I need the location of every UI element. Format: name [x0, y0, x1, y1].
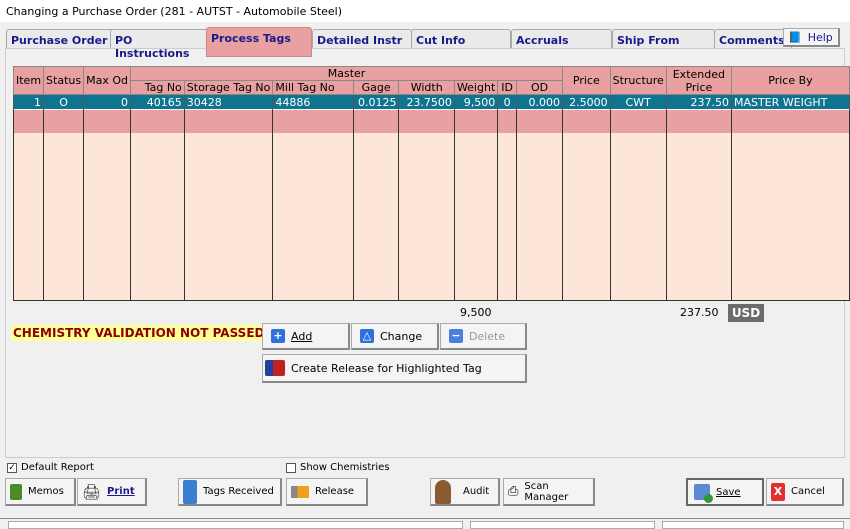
chemistry-warning: CHEMISTRY VALIDATION NOT PASSED — [11, 325, 267, 341]
minus-icon: − — [449, 329, 463, 343]
add-button[interactable]: + Add — [262, 323, 350, 350]
cell-weight: 9,500 — [453, 94, 499, 110]
cell-width: 23.7500 — [398, 94, 455, 110]
col-group-master: Master — [129, 66, 564, 81]
memos-button[interactable]: Memos — [5, 478, 76, 506]
tab-purchase-order[interactable]: Purchase Order — [6, 29, 121, 48]
truck-icon — [291, 485, 309, 498]
cell-extended-price: 237.50 — [665, 94, 732, 110]
close-icon: X — [771, 482, 785, 501]
cell-id: 0 — [497, 94, 518, 110]
tab-comments[interactable]: Comments — [714, 29, 792, 48]
book-icon — [10, 483, 22, 500]
change-button[interactable]: △ Change — [351, 323, 439, 350]
col-id[interactable]: ID — [497, 80, 518, 95]
tags-grid: Item Status Max Od Master Price Structur… — [12, 66, 850, 301]
col-tag-no[interactable]: Tag No — [130, 80, 185, 95]
cell-mill-tag-no: 44886 — [272, 94, 354, 110]
cancel-button[interactable]: X Cancel — [766, 478, 844, 506]
col-item[interactable]: Item — [12, 66, 45, 95]
cell-gage: 0.0125 — [352, 94, 400, 110]
release-button[interactable]: Release — [286, 478, 368, 506]
tab-po-instructions[interactable]: PO Instructions — [110, 29, 210, 60]
print-button[interactable]: 🖨 Print — [77, 478, 147, 506]
cell-max-od: 0 — [83, 94, 131, 110]
col-status[interactable]: Status — [43, 66, 85, 95]
cell-price: 2.5000 — [562, 94, 611, 110]
save-button[interactable]: Save — [686, 478, 764, 506]
checkbox-checked-icon: ✓ — [7, 462, 17, 473]
scanner-icon: ⎙ — [508, 484, 519, 499]
tab-process-tags[interactable]: Process Tags — [206, 27, 312, 57]
filing-cabinet-icon — [183, 479, 197, 504]
cell-price-by: MASTER WEIGHT — [730, 94, 850, 110]
plus-icon: + — [271, 329, 285, 343]
col-extended-price[interactable]: Extended Price — [665, 66, 732, 95]
col-structure[interactable]: Structure — [609, 66, 667, 95]
printer-icon: 🖨 — [82, 482, 102, 501]
audit-button[interactable]: Audit — [430, 478, 500, 506]
col-mill-tag-no[interactable]: Mill Tag No — [272, 80, 354, 95]
window-title: Changing a Purchase Order (281 - AUTST -… — [0, 0, 850, 22]
currency-badge: USD — [728, 304, 764, 322]
delete-button[interactable]: − Delete — [440, 323, 527, 350]
cell-tag-no: 40165 — [130, 94, 185, 110]
total-weight: 9,500 — [460, 306, 492, 319]
tab-cut-info[interactable]: Cut Info — [411, 29, 511, 48]
col-storage-tag-no[interactable]: Storage Tag No — [183, 80, 274, 95]
create-release-button[interactable]: Create Release for Highlighted Tag — [262, 354, 527, 383]
status-bar — [0, 518, 850, 529]
tab-detailed-instr[interactable]: Detailed Instr — [312, 29, 412, 48]
tab-accruals[interactable]: Accruals — [511, 29, 612, 48]
triangle-icon: △ — [360, 329, 374, 343]
col-od[interactable]: OD — [516, 80, 564, 95]
col-price[interactable]: Price — [562, 66, 611, 95]
col-width[interactable]: Width — [398, 80, 455, 95]
cell-status: O — [43, 94, 85, 110]
floppy-disk-icon — [694, 484, 713, 503]
show-chemistries-checkbox[interactable]: Show Chemistries — [286, 462, 390, 473]
truck-icon — [265, 360, 285, 376]
checkbox-unchecked-icon — [286, 462, 296, 473]
col-gage[interactable]: Gage — [352, 80, 400, 95]
help-book-icon: 📘 — [788, 30, 802, 44]
cell-item: 1 — [12, 94, 45, 110]
detective-icon — [435, 479, 451, 504]
col-price-by[interactable]: Price By — [730, 66, 850, 95]
tab-ship-from[interactable]: Ship From — [612, 29, 715, 48]
cell-storage-tag-no: 30428 — [183, 94, 274, 110]
cell-structure: CWT — [609, 94, 667, 110]
tags-received-button[interactable]: Tags Received — [178, 478, 282, 506]
cell-od: 0.000 — [516, 94, 564, 110]
scan-manager-button[interactable]: ⎙ Scan Manager — [503, 478, 595, 506]
table-row[interactable]: 1 O 0 40165 30428 44886 0.0125 23.7500 9… — [12, 94, 850, 110]
col-max-od[interactable]: Max Od — [83, 66, 131, 95]
total-extended-price: 237.50 — [680, 306, 719, 319]
col-weight[interactable]: Weight — [453, 80, 499, 95]
default-report-checkbox[interactable]: ✓ Default Report — [7, 462, 94, 473]
help-button[interactable]: 📘 Help — [783, 28, 840, 47]
